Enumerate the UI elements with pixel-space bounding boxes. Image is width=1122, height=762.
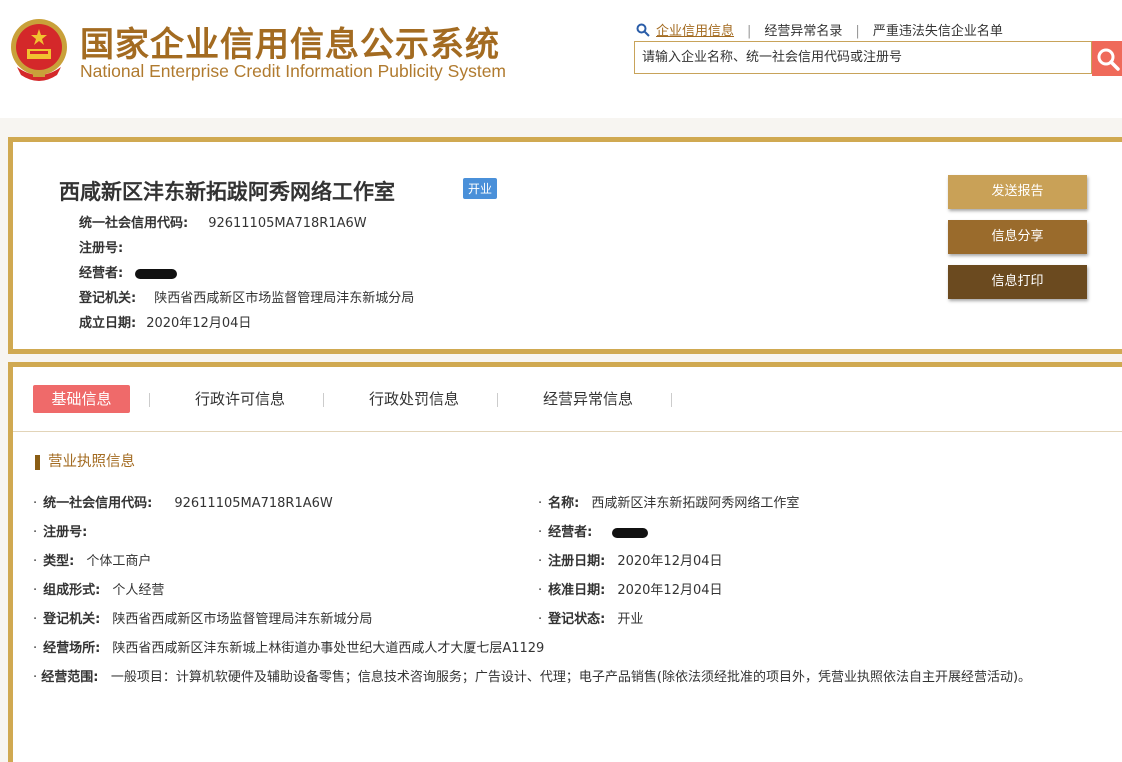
- nav-separator: |: [855, 24, 860, 39]
- license-premises: · 经营场所: 陕西省西咸新区沣东新城上林街道办事处世纪大道西咸人才大厦七层A112…: [33, 637, 544, 656]
- info-label: 成立日期:: [79, 316, 137, 331]
- section-title-license: 营业执照信息: [35, 455, 135, 470]
- field-value: 92611105MA718R1A6W: [174, 496, 333, 511]
- license-type: · 类型: 个体工商户: [33, 550, 151, 569]
- bullet: ·: [33, 583, 38, 598]
- info-registration-authority: 登记机关: 陕西省西咸新区市场监督管理局沣东新城分局: [79, 287, 414, 306]
- info-label: 登记机关:: [79, 291, 137, 306]
- field-label: 统一社会信用代码:: [43, 496, 153, 511]
- field-value: 陕西省西咸新区沣东新城上林街道办事处世纪大道西咸人才大厦七层A1129: [112, 641, 545, 656]
- license-business-scope: · 经营范围: 一般项目：计算机软硬件及辅助设备零售；信息技术咨询服务；广告设计…: [33, 665, 1093, 690]
- field-value: 个体工商户: [86, 554, 152, 569]
- info-credit-code: 统一社会信用代码: 92611105MA718R1A6W: [79, 212, 367, 231]
- bullet: ·: [33, 641, 38, 656]
- info-value: 92611105MA718R1A6W: [208, 216, 367, 231]
- field-value: 陕西省西咸新区市场监督管理局沣东新城分局: [112, 612, 373, 627]
- bullet: ·: [538, 525, 543, 540]
- bullet: ·: [538, 612, 543, 627]
- status-badge: 开业: [463, 178, 498, 199]
- send-report-button[interactable]: 发送报告: [948, 175, 1087, 209]
- field-label: 注册号:: [43, 525, 88, 540]
- company-summary-card: 西咸新区沣东新拓跋阿秀网络工作室 开业 统一社会信用代码: 92611105MA7…: [8, 137, 1122, 354]
- print-info-button[interactable]: 信息打印: [948, 265, 1087, 299]
- search-box: [634, 41, 1092, 74]
- license-reg-number: · 注册号:: [33, 521, 87, 540]
- bullet: ·: [538, 554, 543, 569]
- national-emblem-logo: [11, 19, 67, 81]
- field-label: 类型:: [43, 554, 75, 569]
- tab-separator: [149, 393, 150, 407]
- nav-abnormal-list[interactable]: 经营异常名录: [764, 24, 842, 39]
- field-label: 经营范围:: [41, 670, 99, 685]
- license-operator: · 经营者:: [538, 521, 649, 540]
- nav-dishonest-list[interactable]: 严重违法失信企业名单: [873, 24, 1003, 39]
- detail-panel: 基础信息 行政许可信息 行政处罚信息 经营异常信息 营业执照信息 · 统一社会信用…: [8, 362, 1122, 762]
- tab-admin-penalty[interactable]: 行政处罚信息: [349, 385, 479, 413]
- info-value: 2020年12月04日: [146, 316, 252, 331]
- tab-separator: [323, 393, 324, 407]
- info-value: 陕西省西咸新区市场监督管理局沣东新城分局: [154, 291, 415, 306]
- share-info-button[interactable]: 信息分享: [948, 220, 1087, 254]
- tab-abnormal-operation[interactable]: 经营异常信息: [523, 385, 653, 413]
- field-value: 一般项目：计算机软硬件及辅助设备零售；信息技术咨询服务；广告设计、代理；电子产品…: [110, 670, 1032, 685]
- top-nav: 企业信用信息 | 经营异常名录 | 严重违法失信企业名单: [636, 20, 1003, 39]
- field-label: 注册日期:: [548, 554, 606, 569]
- info-reg-number: 注册号:: [79, 237, 123, 256]
- tab-admin-license[interactable]: 行政许可信息: [175, 385, 305, 413]
- site-title-en: National Enterprise Credit Information P…: [80, 61, 507, 81]
- license-reg-date: · 注册日期: 2020年12月04日: [538, 550, 723, 569]
- field-label: 经营者:: [548, 525, 593, 540]
- field-label: 组成形式:: [43, 583, 101, 598]
- bullet: ·: [33, 496, 38, 511]
- bullet: ·: [538, 583, 543, 598]
- site-title-cn: 国家企业信用信息公示系统: [80, 25, 500, 65]
- nav-separator: |: [747, 24, 752, 39]
- field-label: 核准日期:: [548, 583, 606, 598]
- bullet: ·: [33, 525, 38, 540]
- field-label: 经营场所:: [43, 641, 101, 656]
- nav-enterprise-credit[interactable]: 企业信用信息: [656, 24, 734, 39]
- field-value: 个人经营: [112, 583, 165, 598]
- redaction-mark: [612, 527, 649, 538]
- redaction-mark: [135, 268, 178, 279]
- license-reg-status: · 登记状态: 开业: [538, 608, 643, 627]
- tab-separator: [497, 393, 498, 407]
- license-authority: · 登记机关: 陕西省西咸新区市场监督管理局沣东新城分局: [33, 608, 372, 627]
- bullet: ·: [33, 670, 38, 685]
- info-label: 注册号:: [79, 241, 124, 256]
- search-input[interactable]: [635, 42, 1091, 73]
- field-value: 2020年12月04日: [617, 583, 723, 598]
- company-name: 西咸新区沣东新拓跋阿秀网络工作室: [59, 180, 395, 204]
- bullet: ·: [33, 554, 38, 569]
- license-name: · 名称: 西咸新区沣东新拓跋阿秀网络工作室: [538, 492, 799, 511]
- search-icon: [1097, 48, 1120, 71]
- bullet: ·: [33, 612, 38, 627]
- field-label: 登记状态:: [548, 612, 606, 627]
- info-establish-date: 成立日期: 2020年12月04日: [79, 312, 251, 331]
- info-operator: 经营者:: [79, 262, 178, 281]
- search-icon: [636, 23, 650, 37]
- tab-basic-info[interactable]: 基础信息: [33, 385, 130, 413]
- license-credit-code: · 统一社会信用代码: 92611105MA718R1A6W: [33, 492, 333, 511]
- license-approval-date: · 核准日期: 2020年12月04日: [538, 579, 723, 598]
- field-value: 西咸新区沣东新拓跋阿秀网络工作室: [591, 496, 800, 511]
- search-button[interactable]: [1092, 41, 1122, 76]
- info-label: 统一社会信用代码:: [79, 216, 189, 231]
- field-value: 2020年12月04日: [617, 554, 723, 569]
- bullet: ·: [538, 496, 543, 511]
- field-value: 开业: [617, 612, 644, 627]
- tab-separator: [671, 393, 672, 407]
- tab-bar: 基础信息 行政许可信息 行政处罚信息 经营异常信息: [13, 367, 1122, 432]
- info-label: 经营者:: [79, 266, 124, 281]
- field-label: 名称:: [548, 496, 580, 511]
- field-label: 登记机关:: [43, 612, 101, 627]
- license-form: · 组成形式: 个人经营: [33, 579, 164, 598]
- site-header: 国家企业信用信息公示系统 National Enterprise Credit …: [0, 0, 1122, 118]
